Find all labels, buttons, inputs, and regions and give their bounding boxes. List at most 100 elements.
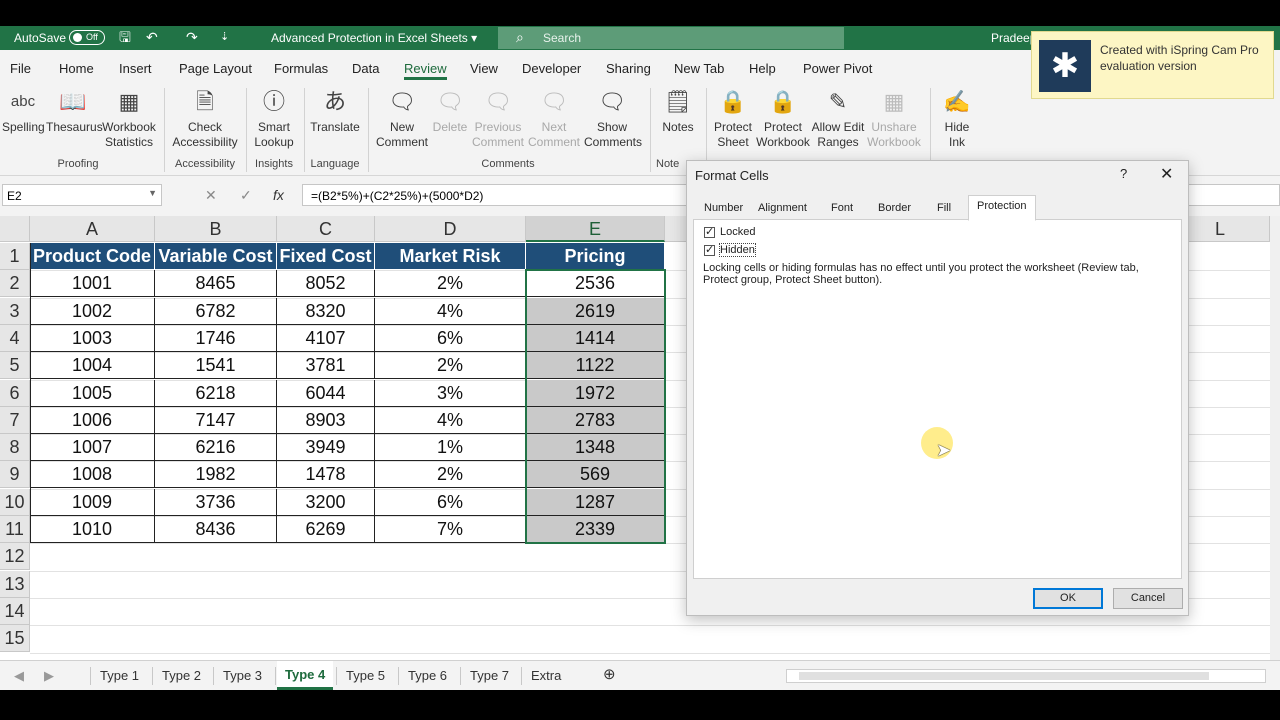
dialog-tab-border[interactable]: Border: [869, 197, 920, 219]
table-cell[interactable]: 6044: [277, 380, 375, 407]
dialog-tab-number[interactable]: Number: [695, 197, 752, 219]
table-cell[interactable]: 6216: [155, 434, 277, 461]
tab-sharing[interactable]: Sharing: [606, 61, 651, 76]
ok-button[interactable]: OK: [1033, 588, 1103, 609]
tab-insert[interactable]: Insert: [119, 61, 152, 76]
horizontal-scrollbar[interactable]: [786, 669, 1266, 683]
sheet-tab[interactable]: Type 4: [277, 661, 334, 690]
protect-sheet-button[interactable]: 🔒 Protect Sheet: [710, 84, 756, 150]
table-cell[interactable]: 6%: [375, 325, 526, 352]
thesaurus-button[interactable]: 📖 Thesaurus: [46, 84, 103, 135]
table-cell[interactable]: 1541: [155, 352, 277, 379]
row-header[interactable]: 10: [0, 489, 30, 516]
table-cell[interactable]: 2%: [375, 270, 526, 297]
dialog-tab-protection[interactable]: Protection: [968, 195, 1036, 221]
vertical-scrollbar[interactable]: [1270, 216, 1280, 660]
scroll-thumb[interactable]: [799, 672, 1209, 680]
table-cell[interactable]: 4%: [375, 407, 526, 434]
spelling-button[interactable]: abc Spelling: [2, 84, 45, 135]
row-header[interactable]: 8: [0, 434, 30, 461]
table-cell[interactable]: 2%: [375, 352, 526, 379]
table-cell[interactable]: 6269: [277, 516, 375, 543]
row-header[interactable]: 3: [0, 298, 30, 325]
table-cell[interactable]: 1478: [277, 461, 375, 488]
table-cell[interactable]: 7%: [375, 516, 526, 543]
search-box[interactable]: ⌕ Search: [498, 27, 844, 49]
help-icon[interactable]: ?: [1120, 166, 1127, 181]
table-cell[interactable]: 3736: [155, 489, 277, 516]
autosave-toggle[interactable]: Off: [69, 30, 105, 45]
row-header[interactable]: 12: [0, 543, 30, 570]
new-comment-button[interactable]: 🗨 New Comment: [374, 84, 430, 150]
table-cell[interactable]: 1008: [30, 461, 155, 488]
row-header[interactable]: 1: [0, 243, 30, 270]
table-cell[interactable]: 3200: [277, 489, 375, 516]
table-cell[interactable]: 1001: [30, 270, 155, 297]
save-icon[interactable]: 🖫: [119, 29, 131, 45]
table-cell[interactable]: 6%: [375, 489, 526, 516]
row-header[interactable]: 9: [0, 461, 30, 488]
tab-new-tab[interactable]: New Tab: [674, 61, 724, 76]
table-cell[interactable]: 1004: [30, 352, 155, 379]
table-cell[interactable]: 2%: [375, 461, 526, 488]
previous-comment-button[interactable]: 🗨 Previous Comment: [470, 84, 526, 150]
protect-workbook-button[interactable]: 🔒 Protect Workbook: [756, 84, 810, 150]
table-cell[interactable]: 4107: [277, 325, 375, 352]
dialog-tab-alignment[interactable]: Alignment: [749, 197, 816, 219]
dialog-tab-fill[interactable]: Fill: [928, 197, 960, 219]
cancel-icon[interactable]: ✕: [205, 187, 217, 204]
cancel-button[interactable]: Cancel: [1113, 588, 1183, 609]
show-comments-button[interactable]: 🗨 Show Comments: [584, 84, 642, 150]
sheet-tab[interactable]: Type 3: [223, 668, 262, 683]
hidden-checkbox[interactable]: Hidden: [704, 243, 756, 257]
check-accessibility-button[interactable]: 🗎 Check Accessibility: [170, 84, 240, 150]
tab-page-layout[interactable]: Page Layout: [179, 61, 252, 76]
table-header-cell[interactable]: Market Risk: [375, 243, 526, 270]
translate-button[interactable]: あ Translate: [310, 84, 360, 135]
column-header[interactable]: C: [277, 216, 375, 242]
redo-icon[interactable]: ↷: [186, 29, 198, 45]
table-cell[interactable]: 1005: [30, 380, 155, 407]
table-header-cell[interactable]: Product Code: [30, 243, 155, 270]
table-cell[interactable]: 8903: [277, 407, 375, 434]
add-sheet-icon[interactable]: ⊕: [603, 665, 616, 683]
table-cell[interactable]: 1006: [30, 407, 155, 434]
table-cell[interactable]: 3781: [277, 352, 375, 379]
table-cell[interactable]: 8052: [277, 270, 375, 297]
table-cell[interactable]: 1%: [375, 434, 526, 461]
table-cell[interactable]: 3%: [375, 380, 526, 407]
delete-comment-button[interactable]: 🗨 Delete: [430, 84, 470, 135]
name-box[interactable]: E2 ▼: [2, 184, 162, 206]
table-cell[interactable]: 3949: [277, 434, 375, 461]
scroll-right-icon[interactable]: ▶: [44, 668, 54, 684]
hide-ink-button[interactable]: ✍ Hide Ink: [936, 84, 978, 150]
row-header[interactable]: 14: [0, 598, 30, 625]
enter-icon[interactable]: ✓: [240, 187, 252, 204]
allow-edit-ranges-button[interactable]: ✎ Allow Edit Ranges: [810, 84, 866, 150]
table-header-cell[interactable]: Fixed Cost: [277, 243, 375, 270]
next-comment-button[interactable]: 🗨 Next Comment: [526, 84, 582, 150]
row-header[interactable]: 15: [0, 625, 30, 652]
tab-review[interactable]: Review: [404, 61, 447, 80]
row-header[interactable]: 5: [0, 352, 30, 379]
tab-data[interactable]: Data: [352, 61, 379, 76]
tab-home[interactable]: Home: [59, 61, 94, 76]
table-header-cell[interactable]: Pricing: [526, 243, 665, 270]
customize-icon[interactable]: ⇣: [220, 29, 229, 45]
close-icon[interactable]: ✕: [1160, 164, 1173, 184]
sheet-tab[interactable]: Type 2: [162, 668, 201, 683]
column-header[interactable]: B: [155, 216, 277, 242]
row-header[interactable]: 11: [0, 516, 30, 543]
tab-view[interactable]: View: [470, 61, 498, 76]
table-cell[interactable]: 1007: [30, 434, 155, 461]
table-cell[interactable]: 1746: [155, 325, 277, 352]
sheet-tab[interactable]: Type 1: [100, 668, 139, 683]
unshare-workbook-button[interactable]: ▦ Unshare Workbook: [866, 84, 922, 150]
table-cell[interactable]: 1003: [30, 325, 155, 352]
row-header[interactable]: 7: [0, 407, 30, 434]
tab-file[interactable]: File: [10, 61, 31, 76]
table-cell[interactable]: 1010: [30, 516, 155, 543]
table-cell[interactable]: 6218: [155, 380, 277, 407]
sheet-tab[interactable]: Extra: [531, 668, 561, 683]
column-header[interactable]: E: [526, 216, 665, 242]
